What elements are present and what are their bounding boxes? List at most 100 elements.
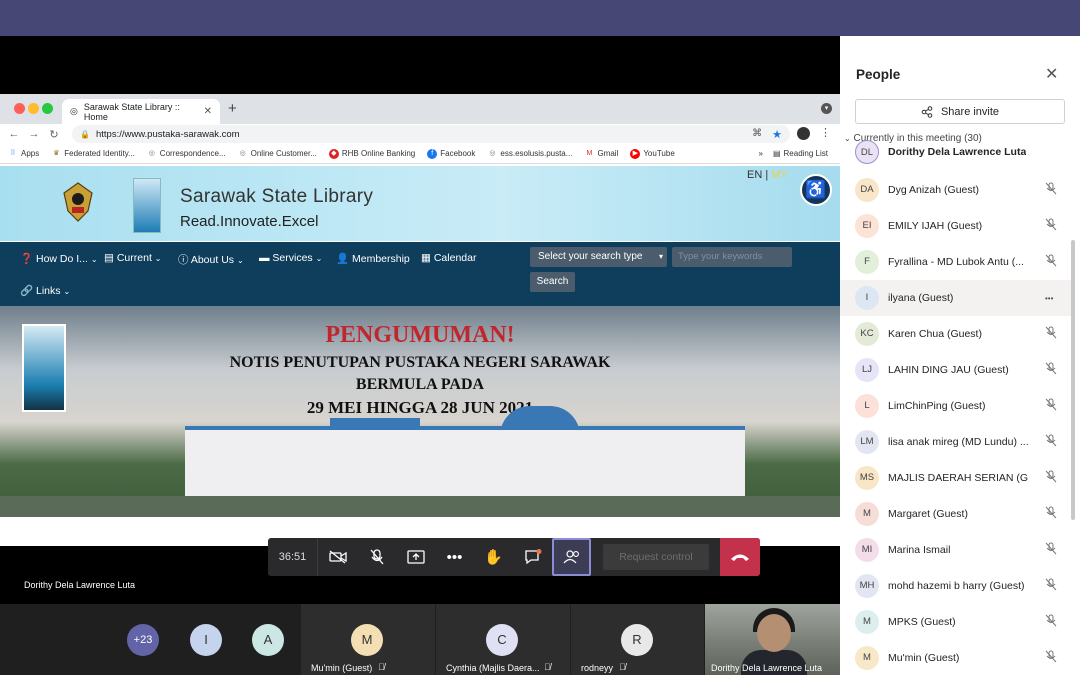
participant-name: LimChinPing (Guest) (888, 400, 986, 412)
nav-current-label: Current (116, 252, 152, 264)
tab-close-icon[interactable]: ✕ (204, 106, 212, 117)
lang-my-link[interactable]: MY (771, 169, 788, 181)
presenter-video-tile[interactable]: Dorithy Dela Lawrence Luta (705, 604, 840, 675)
bookmark-item[interactable]: f Facebook (427, 148, 475, 159)
participant-tile-cynthia[interactable]: C Cynthia (Majlis Daera... 🎙̸ (436, 604, 570, 675)
mic-muted-icon (1045, 218, 1057, 234)
mic-off-icon[interactable] (357, 538, 396, 576)
nav-services[interactable]: ▬ Services ⌄ (259, 252, 322, 264)
participant-row[interactable]: DL Dorithy Dela Lawrence Luta (840, 140, 1072, 172)
reading-list-icon: ▤ (772, 149, 781, 158)
mic-muted-icon (1045, 506, 1057, 522)
nav-current[interactable]: ▤ Current ⌄ (104, 252, 161, 264)
maximize-window-dot[interactable] (42, 103, 53, 114)
participant-row[interactable]: MI Marina Ismail (840, 532, 1072, 568)
url-text: https://www.pustaka-sarawak.com (95, 128, 240, 140)
participant-tile-mumin[interactable]: M Mu'min (Guest) 🎙̸ (301, 604, 435, 675)
participant-tile-rodneyy[interactable]: R rodneyy 🎙̸ (571, 604, 704, 675)
profile-avatar[interactable] (797, 127, 810, 140)
link-icon: 🔗 (20, 285, 34, 297)
bookmark-item[interactable]: ⠿ Apps (8, 149, 39, 159)
announcement-banner: PENGUMUMAN! NOTIS PENUTUPAN PUSTAKA NEGE… (0, 306, 840, 517)
qr-code-icon[interactable]: ⌘ (752, 128, 762, 141)
calendar-icon: ▦ (421, 252, 431, 264)
nav-links[interactable]: 🔗 Links ⌄ (20, 284, 70, 297)
more-options-icon[interactable]: ••• (1045, 294, 1053, 303)
bookmark-star-icon[interactable]: ★ (772, 128, 782, 141)
bookmark-item[interactable]: ◎ Correspondence... (147, 149, 226, 159)
bookmark-item[interactable]: ▶ YouTube (630, 148, 675, 159)
participant-avatar: DA (855, 178, 879, 202)
participant-row[interactable]: M Mu'min (Guest) (840, 640, 1072, 675)
new-tab-button[interactable]: + (228, 100, 237, 117)
site-tagline: Read.Innovate.Excel (180, 213, 319, 230)
globe-icon: ◎ (148, 149, 155, 157)
browser-menu-icon[interactable]: ⋮ (820, 126, 831, 139)
nav-calendar[interactable]: ▦ Calendar (421, 252, 476, 264)
bookmark-label: Gmail (597, 149, 619, 158)
hang-up-button[interactable] (720, 538, 760, 576)
close-window-dot[interactable] (14, 103, 25, 114)
bookmark-item[interactable]: ♛ Federated Identity... (51, 149, 135, 159)
participant-avatar: MH (855, 574, 879, 598)
reading-list-label: Reading List (783, 149, 828, 158)
search-keywords-input[interactable]: Type your keywords (672, 247, 792, 267)
participant-row[interactable]: F Fyrallina - MD Lubok Antu (... (840, 244, 1072, 280)
participant-avatar: M (855, 502, 879, 526)
participant-row[interactable]: EI EMILY IJAH (Guest) (840, 208, 1072, 244)
bookmark-item[interactable]: ◎ ess.esolusis.pusta... (487, 149, 572, 159)
participant-name: Cynthia (Majlis Daera... (446, 663, 540, 673)
youtube-icon: ▶ (630, 148, 641, 159)
share-invite-button[interactable]: Share invite (855, 99, 1065, 124)
forward-icon[interactable]: → (24, 128, 44, 140)
mic-muted-icon: 🎙̸ (619, 662, 626, 672)
participant-avatar: LJ (855, 358, 879, 382)
camera-off-icon[interactable] (318, 538, 357, 576)
participant-row[interactable]: DA Dyg Anizah (Guest) (840, 172, 1072, 208)
bookmark-item[interactable]: ◎ Online Customer... (238, 149, 317, 159)
banner-dates: 29 MEI HINGGA 28 JUN 2021 (306, 398, 534, 417)
minimize-window-dot[interactable] (28, 103, 39, 114)
back-icon[interactable]: ← (4, 128, 24, 140)
nav-membership[interactable]: 👤 Membership (336, 252, 410, 265)
participant-row[interactable]: MH mohd hazemi b harry (Guest) (840, 568, 1072, 604)
participant-row[interactable]: Iilyana (Guest) ••• (840, 280, 1072, 316)
nav-how-do-i[interactable]: ❓ How Do I... ⌄ (20, 252, 98, 265)
request-control-button[interactable]: Request control (603, 544, 709, 570)
search-button[interactable]: Search (530, 272, 575, 292)
reading-list-button[interactable]: ▤ Reading List (773, 149, 828, 158)
reload-icon[interactable]: ↻ (44, 128, 64, 141)
share-screen-icon[interactable] (396, 538, 435, 576)
participant-row[interactable]: KC Karen Chua (Guest) (840, 316, 1072, 352)
bookmark-item[interactable]: ◆ RHB Online Banking (328, 148, 415, 159)
mic-muted-icon (1045, 254, 1057, 270)
address-bar[interactable]: 🔒 https://www.pustaka-sarawak.com ⌘ ★ (72, 125, 790, 143)
participant-name: Mu'min (Guest) (311, 663, 373, 673)
close-panel-icon[interactable]: ✕ (1045, 64, 1058, 84)
lang-en-link[interactable]: EN (747, 169, 762, 181)
more-participants-badge[interactable]: +23 (127, 624, 159, 656)
accessibility-icon[interactable]: ♿ (800, 174, 832, 206)
participant-row[interactable]: M Margaret (Guest) (840, 496, 1072, 532)
participant-name: Dyg Anizah (Guest) (888, 184, 980, 196)
participant-row[interactable]: LJ LAHIN DING JAU (Guest) (840, 352, 1072, 388)
bookmark-item[interactable]: M Gmail (584, 149, 619, 159)
participant-row[interactable]: MS MAJLIS DAERAH SERIAN (G... (840, 460, 1072, 496)
participant-avatar-i[interactable]: I (190, 624, 222, 656)
more-options-icon[interactable]: ••• (435, 538, 474, 576)
raise-hand-icon[interactable]: ✋ (474, 538, 513, 576)
search-type-select[interactable]: Select your search type ▾ (530, 247, 667, 267)
participants-icon[interactable] (552, 538, 591, 576)
site-nav-bar: ❓ How Do I... ⌄ ▤ Current ⌄ ⓘ About Us ⌄… (0, 242, 840, 306)
more-bookmarks-icon[interactable]: » (759, 149, 763, 158)
chat-icon[interactable] (513, 538, 552, 576)
nav-about-us[interactable]: ⓘ About Us ⌄ (178, 252, 244, 267)
participant-row[interactable]: L LimChinPing (Guest) (840, 388, 1072, 424)
participant-row[interactable]: M MPKS (Guest) (840, 604, 1072, 640)
browser-tab[interactable]: ◎ Sarawak State Library :: Home ✕ (62, 99, 220, 124)
panel-scrollbar[interactable] (1071, 240, 1075, 520)
participant-avatar-a[interactable]: A (252, 624, 284, 656)
participant-row[interactable]: LM lisa anak mireg (MD Lundu) ... (840, 424, 1072, 460)
tab-search-icon[interactable]: ▾ (821, 103, 832, 114)
language-switch: EN | MY (747, 169, 788, 181)
